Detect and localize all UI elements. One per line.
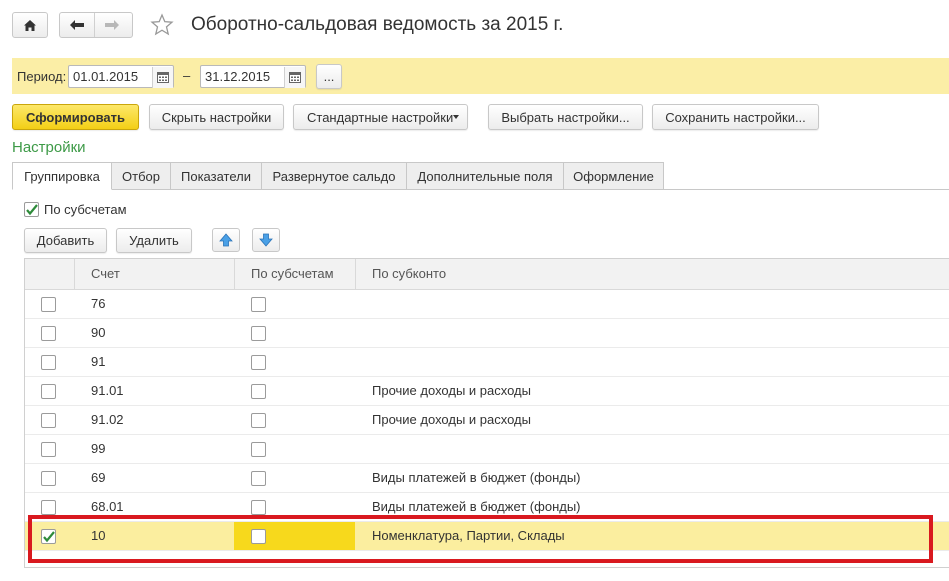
account-cell: 90 bbox=[91, 325, 106, 340]
calendar-icon bbox=[157, 72, 169, 83]
tab-expanded-balance[interactable]: Развернутое сальдо bbox=[262, 162, 407, 190]
header-by-subaccounts[interactable]: По субсчетам bbox=[235, 259, 356, 289]
settings-title: Настройки bbox=[12, 139, 86, 156]
subaccounts-checkbox[interactable] bbox=[251, 297, 266, 312]
table-row[interactable]: 91.02 Прочие доходы и расходы bbox=[25, 406, 949, 435]
header-check-column bbox=[25, 259, 75, 289]
period-from-value: 01.01.2015 bbox=[73, 69, 139, 84]
subaccounts-checkbox[interactable] bbox=[251, 413, 266, 428]
arrow-left-icon bbox=[70, 20, 84, 30]
subconto-cell: Виды платежей в бюджет (фонды) bbox=[372, 470, 581, 485]
row-checkbox[interactable] bbox=[41, 297, 56, 312]
tabs-divider bbox=[112, 189, 949, 190]
account-cell: 91.01 bbox=[91, 383, 124, 398]
account-cell: 99 bbox=[91, 441, 106, 456]
subaccounts-checkbox[interactable] bbox=[251, 471, 266, 486]
account-cell: 91 bbox=[91, 354, 106, 369]
subconto-cell: Прочие доходы и расходы bbox=[372, 383, 531, 398]
subaccounts-checkbox[interactable] bbox=[251, 384, 266, 399]
tab-filter[interactable]: Отбор bbox=[112, 162, 171, 190]
row-checkbox[interactable] bbox=[41, 471, 56, 486]
home-icon bbox=[13, 13, 47, 37]
generate-button[interactable]: Сформировать bbox=[12, 104, 139, 130]
arrow-down-icon bbox=[259, 233, 273, 247]
header-by-subconto[interactable]: По субконто bbox=[356, 259, 949, 289]
subaccounts-checkbox[interactable] bbox=[251, 355, 266, 370]
hide-settings-button[interactable]: Скрыть настройки bbox=[149, 104, 284, 130]
period-to-value: 31.12.2015 bbox=[205, 69, 271, 84]
row-checkbox[interactable] bbox=[41, 355, 56, 370]
calendar-from-button[interactable] bbox=[152, 67, 173, 88]
row-checkbox[interactable] bbox=[41, 384, 56, 399]
add-button[interactable]: Добавить bbox=[24, 228, 107, 253]
subaccounts-checkbox[interactable] bbox=[251, 442, 266, 457]
red-highlight-frame bbox=[28, 515, 933, 563]
settings-tabs: Группировка Отбор Показатели Развернутое… bbox=[12, 162, 664, 190]
row-checkbox[interactable] bbox=[41, 413, 56, 428]
tab-additional-fields[interactable]: Дополнительные поля bbox=[407, 162, 564, 190]
move-down-button[interactable] bbox=[252, 228, 280, 252]
subaccounts-checkbox[interactable] bbox=[251, 500, 266, 515]
checkbox-box bbox=[24, 202, 39, 217]
delete-button[interactable]: Удалить bbox=[116, 228, 192, 253]
subconto-cell: Прочие доходы и расходы bbox=[372, 412, 531, 427]
home-button[interactable] bbox=[12, 12, 48, 38]
back-button[interactable] bbox=[60, 13, 95, 37]
period-more-button[interactable]: ... bbox=[316, 64, 342, 89]
table-header: Счет По субсчетам По субконто bbox=[25, 259, 949, 290]
period-label: Период: bbox=[17, 69, 67, 84]
table-row[interactable]: 99 bbox=[25, 435, 949, 464]
account-cell: 69 bbox=[91, 470, 106, 485]
standard-settings-label: Стандартные настройки bbox=[307, 109, 454, 125]
dropdown-arrow-icon bbox=[453, 115, 459, 119]
table-row[interactable]: 90 bbox=[25, 319, 949, 348]
row-checkbox[interactable] bbox=[41, 442, 56, 457]
move-up-button[interactable] bbox=[212, 228, 240, 252]
arrow-right-icon bbox=[105, 20, 119, 30]
period-to-field[interactable]: 31.12.2015 bbox=[200, 65, 306, 88]
header-account[interactable]: Счет bbox=[75, 259, 235, 289]
period-from-field[interactable]: 01.01.2015 bbox=[68, 65, 174, 88]
forward-button[interactable] bbox=[95, 13, 129, 37]
tab-appearance[interactable]: Оформление bbox=[564, 162, 664, 190]
standard-settings-button[interactable]: Стандартные настройки bbox=[293, 104, 468, 130]
by-subaccounts-checkbox[interactable]: По субсчетам bbox=[24, 202, 127, 217]
favorite-star-icon[interactable] bbox=[150, 13, 174, 40]
page-title: Оборотно-сальдовая ведомость за 2015 г. bbox=[191, 14, 564, 35]
choose-settings-button[interactable]: Выбрать настройки... bbox=[488, 104, 643, 130]
table-row[interactable]: 69 Виды платежей в бюджет (фонды) bbox=[25, 464, 949, 493]
table-row[interactable]: 76 bbox=[25, 290, 949, 319]
checkmark-icon bbox=[26, 203, 38, 215]
account-cell: 91.02 bbox=[91, 412, 124, 427]
calendar-icon bbox=[289, 72, 301, 83]
table-row[interactable]: 91 bbox=[25, 348, 949, 377]
calendar-to-button[interactable] bbox=[284, 67, 305, 88]
arrow-up-icon bbox=[219, 233, 233, 247]
tab-indicators[interactable]: Показатели bbox=[171, 162, 262, 190]
row-checkbox[interactable] bbox=[41, 326, 56, 341]
row-checkbox[interactable] bbox=[41, 500, 56, 515]
by-subaccounts-label: По субсчетам bbox=[44, 202, 127, 217]
subaccounts-checkbox[interactable] bbox=[251, 326, 266, 341]
history-nav bbox=[59, 12, 133, 38]
save-settings-button[interactable]: Сохранить настройки... bbox=[652, 104, 819, 130]
period-dash: – bbox=[183, 68, 191, 83]
tab-grouping[interactable]: Группировка bbox=[12, 162, 112, 190]
table-row[interactable]: 91.01 Прочие доходы и расходы bbox=[25, 377, 949, 406]
account-cell: 76 bbox=[91, 296, 106, 311]
